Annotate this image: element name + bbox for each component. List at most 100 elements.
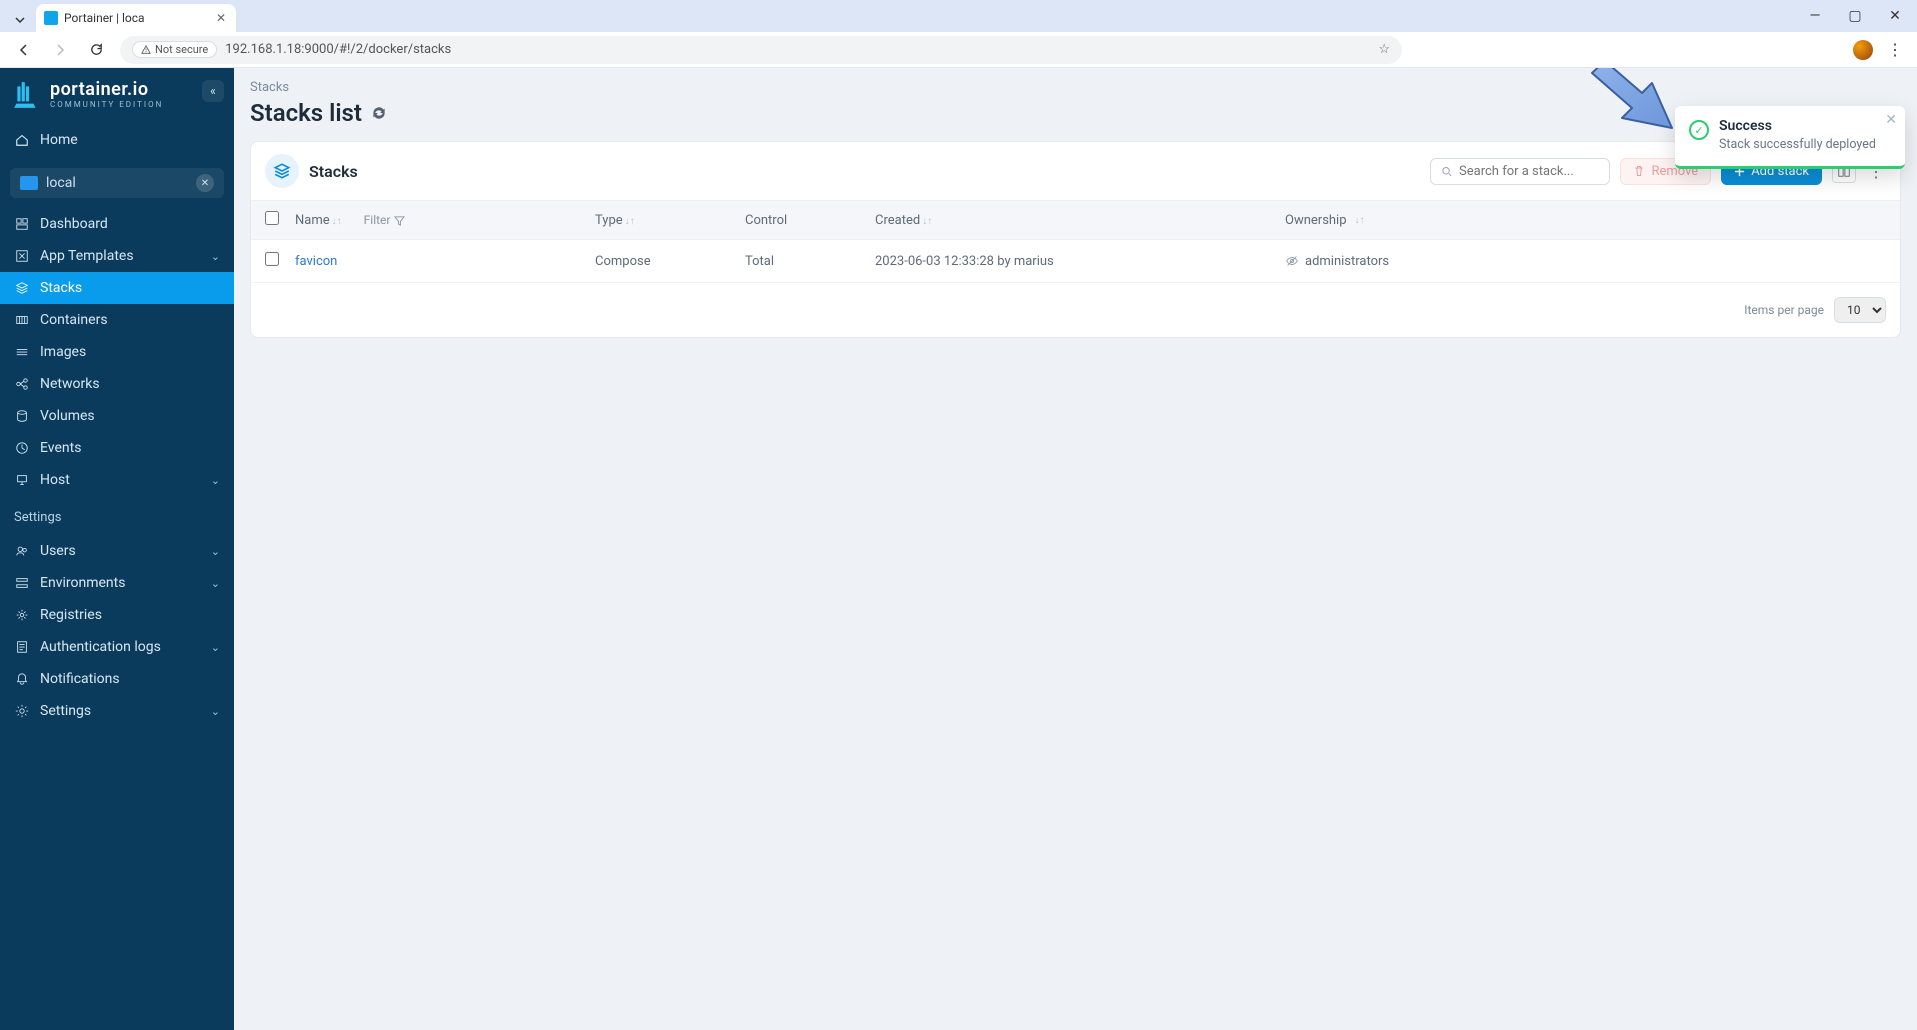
toast-title: Success — [1719, 118, 1876, 134]
stacks-icon — [14, 281, 30, 295]
column-header-name[interactable]: Name↓↑ — [295, 213, 342, 228]
address-bar[interactable]: Not secure 192.168.1.18:9000/#!/2/docker… — [120, 36, 1402, 64]
sort-icon: ↓↑ — [1355, 215, 1365, 226]
sidebar-item-label: Authentication logs — [40, 639, 161, 655]
host-icon — [14, 473, 30, 487]
toast-notification: ✓ Success Stack successfully deployed ✕ — [1675, 106, 1905, 169]
sidebar-item-label: Stacks — [40, 280, 82, 296]
brand-edition: COMMUNITY EDITION — [50, 101, 163, 109]
browser-tab-strip: Portainer | loca ✕ — ▢ ✕ — [0, 0, 1917, 32]
browser-menu-button[interactable]: ⋮ — [1885, 40, 1905, 59]
sidebar-item-host[interactable]: Host ⌄ — [0, 464, 234, 496]
filter-button[interactable]: Filter — [364, 213, 406, 227]
sidebar-item-containers[interactable]: Containers — [0, 304, 234, 336]
url-text: 192.168.1.18:9000/#!/2/docker/stacks — [225, 42, 1370, 57]
chevron-down-icon: ⌄ — [211, 250, 220, 263]
sidebar-item-volumes[interactable]: Volumes — [0, 400, 234, 432]
column-header-ownership[interactable]: Ownership↓↑ — [1285, 213, 1886, 228]
sidebar-item-dashboard[interactable]: Dashboard — [0, 208, 234, 240]
panel-footer: Items per page 10 — [251, 283, 1900, 337]
trash-icon — [1633, 165, 1645, 177]
main-content: Stacks Stacks list Stacks — [234, 68, 1917, 1030]
sidebar-item-auth-logs[interactable]: Authentication logs ⌄ — [0, 631, 234, 663]
sidebar-item-label: Home — [40, 132, 78, 148]
users-icon — [14, 544, 30, 558]
filter-icon — [394, 215, 405, 226]
networks-icon — [14, 377, 30, 391]
docker-icon — [20, 176, 38, 190]
search-input[interactable] — [1459, 164, 1599, 179]
cell-created: 2023-06-03 12:33:28 by marius — [875, 254, 1285, 269]
security-chip[interactable]: Not secure — [132, 41, 217, 58]
sidebar-item-app-templates[interactable]: App Templates ⌄ — [0, 240, 234, 272]
browser-toolbar: Not secure 192.168.1.18:9000/#!/2/docker… — [0, 32, 1917, 68]
table-row: favicon Compose Total 2023-06-03 12:33:2… — [251, 240, 1900, 283]
sidebar-item-label: Settings — [40, 703, 91, 719]
sidebar-item-label: Containers — [40, 312, 108, 328]
column-header-control[interactable]: Control — [745, 213, 875, 228]
bookmark-star-icon[interactable]: ☆ — [1378, 42, 1390, 57]
profile-avatar[interactable] — [1853, 40, 1873, 60]
search-box[interactable] — [1430, 158, 1610, 185]
sidebar-item-stacks[interactable]: Stacks — [0, 272, 234, 304]
sidebar-item-label: Volumes — [40, 408, 95, 424]
portainer-logo-icon — [14, 80, 40, 110]
images-icon — [14, 345, 30, 359]
eye-off-icon — [1285, 254, 1299, 268]
sidebar-item-environments[interactable]: Environments ⌄ — [0, 567, 234, 599]
items-per-page-select[interactable]: 10 — [1834, 297, 1886, 323]
column-header-created[interactable]: Created↓↑ — [875, 213, 1285, 228]
sidebar-collapse-button[interactable]: « — [202, 80, 224, 102]
events-icon — [14, 441, 30, 455]
tab-list-dropdown[interactable] — [8, 8, 32, 32]
stack-link[interactable]: favicon — [295, 254, 337, 269]
window-close-button[interactable]: ✕ — [1881, 4, 1909, 28]
sidebar-item-events[interactable]: Events — [0, 432, 234, 464]
sidebar-item-home[interactable]: Home — [0, 124, 234, 156]
sidebar-item-images[interactable]: Images — [0, 336, 234, 368]
warning-icon — [141, 45, 151, 55]
row-checkbox[interactable] — [265, 252, 279, 266]
select-all-checkbox[interactable] — [265, 211, 279, 225]
success-check-icon: ✓ — [1689, 120, 1709, 140]
environment-chip[interactable]: local ✕ — [10, 168, 224, 198]
sidebar-item-networks[interactable]: Networks — [0, 368, 234, 400]
panel-header: Stacks Remove Add stack — [251, 142, 1900, 200]
tab-favicon-icon — [44, 11, 58, 25]
containers-icon — [14, 313, 30, 327]
dashboard-icon — [14, 217, 30, 231]
window-minimize-button[interactable]: — — [1801, 4, 1829, 28]
stacks-panel: Stacks Remove Add stack — [250, 141, 1901, 338]
window-controls: — ▢ ✕ — [1801, 4, 1909, 28]
environments-icon — [14, 576, 30, 590]
sidebar-item-label: Images — [40, 344, 86, 360]
cell-ownership: administrators — [1285, 254, 1886, 269]
sidebar-item-registries[interactable]: Registries — [0, 599, 234, 631]
toast-close-button[interactable]: ✕ — [1885, 112, 1897, 128]
browser-tab[interactable]: Portainer | loca ✕ — [36, 4, 236, 32]
window-maximize-button[interactable]: ▢ — [1841, 4, 1869, 28]
sidebar-item-settings[interactable]: Settings ⌄ — [0, 695, 234, 727]
sidebar-item-users[interactable]: Users ⌄ — [0, 535, 234, 567]
refresh-button[interactable] — [370, 104, 388, 122]
sort-icon: ↓↑ — [332, 216, 342, 227]
app-root: portainer.io COMMUNITY EDITION « Home lo… — [0, 68, 1917, 1030]
environment-close-button[interactable]: ✕ — [196, 174, 214, 192]
sidebar-item-label: Registries — [40, 607, 102, 623]
sidebar-item-label: Networks — [40, 376, 100, 392]
column-header-type[interactable]: Type↓↑ — [595, 213, 745, 228]
items-per-page-label: Items per page — [1744, 303, 1824, 317]
sidebar-item-notifications[interactable]: Notifications — [0, 663, 234, 695]
sidebar-item-label: Dashboard — [40, 216, 108, 232]
browser-reload-button[interactable] — [84, 38, 108, 62]
bell-icon — [14, 672, 30, 686]
browser-back-button[interactable] — [12, 38, 36, 62]
gear-icon — [14, 704, 30, 718]
tab-close-button[interactable]: ✕ — [214, 11, 228, 25]
browser-forward-button[interactable] — [48, 38, 72, 62]
sidebar: portainer.io COMMUNITY EDITION « Home lo… — [0, 68, 234, 1030]
search-icon — [1441, 165, 1453, 178]
panel-title: Stacks — [309, 162, 358, 181]
chevron-down-icon: ⌄ — [211, 545, 220, 558]
sidebar-item-label: Host — [40, 472, 70, 488]
